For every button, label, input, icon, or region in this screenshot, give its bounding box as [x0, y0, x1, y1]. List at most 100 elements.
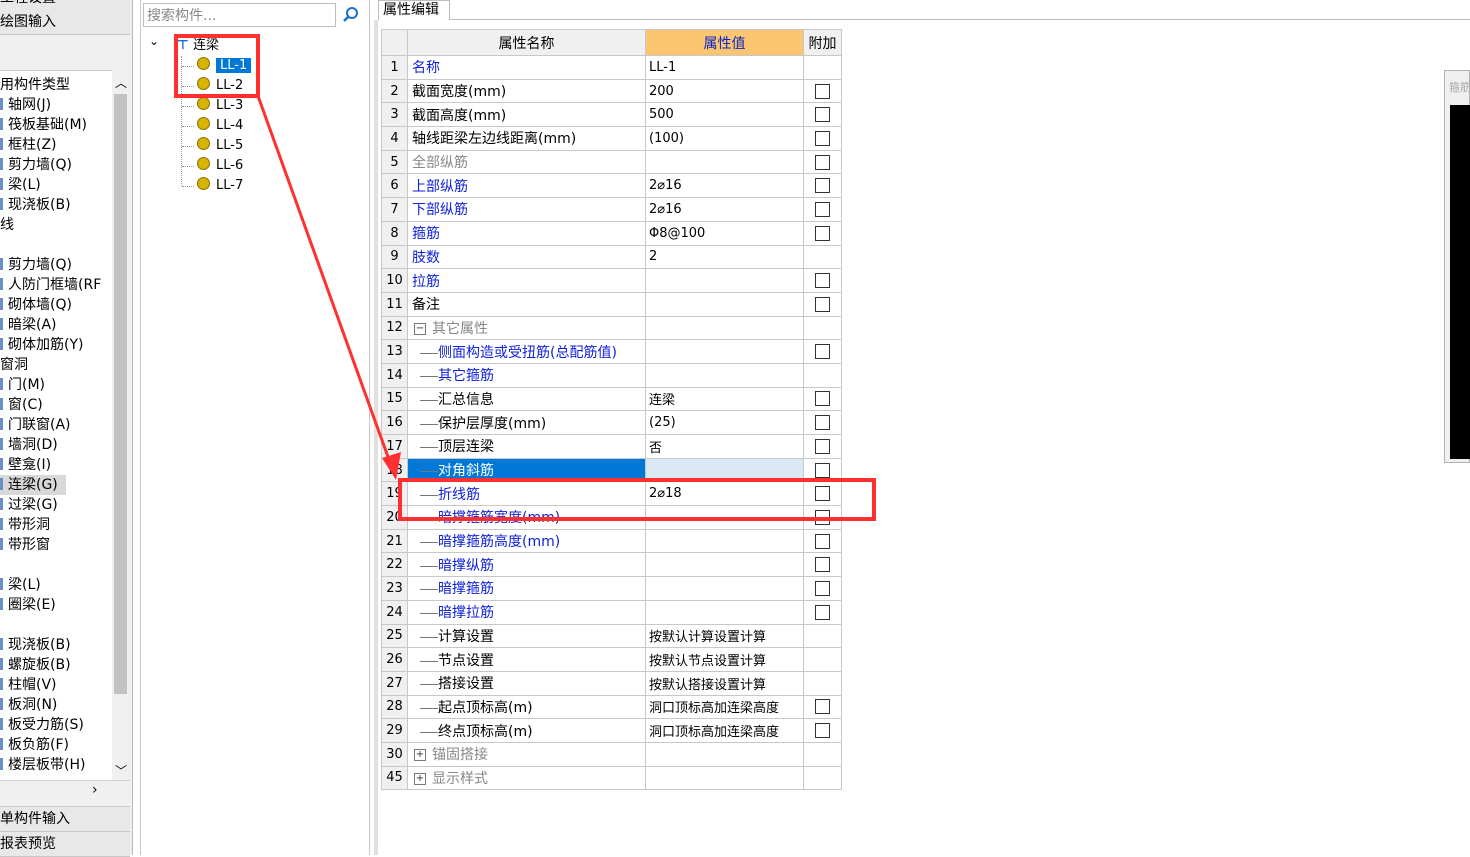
tree-item-ll-3[interactable]: LL-3	[197, 96, 243, 116]
extra-cell[interactable]	[803, 173, 842, 199]
extra-checkbox[interactable]	[815, 178, 830, 194]
extra-checkbox[interactable]	[815, 344, 830, 360]
property-value-cell[interactable]	[645, 576, 804, 601]
extra-cell[interactable]	[803, 149, 842, 175]
property-name-cell[interactable]: 节点设置	[407, 647, 646, 672]
component-type-item[interactable]: 砌体墙(Q)	[0, 295, 112, 315]
property-name-cell[interactable]: 肢数	[407, 244, 646, 270]
extra-cell[interactable]	[803, 694, 842, 720]
scroll-down-icon[interactable]: ﹀	[115, 762, 127, 779]
component-type-item[interactable]: 连梁(G)	[0, 475, 66, 495]
extra-cell[interactable]	[803, 765, 842, 791]
property-name-cell[interactable]: 汇总信息	[407, 386, 646, 412]
extra-checkbox[interactable]	[815, 557, 830, 573]
table-row[interactable]: 3 截面高度(mm) 500	[381, 102, 842, 128]
property-value-cell[interactable]: 否	[645, 434, 804, 459]
component-type-item[interactable]: 轴网(J)	[0, 95, 112, 115]
extra-cell[interactable]	[803, 55, 842, 80]
extra-cell[interactable]	[803, 741, 842, 767]
property-value-cell[interactable]: (25)	[645, 410, 804, 435]
property-name-cell[interactable]: 箍筋	[407, 220, 646, 246]
extra-checkbox[interactable]	[815, 438, 830, 454]
property-name-cell[interactable]: 轴线距梁左边线距离(mm)	[407, 126, 646, 151]
table-row[interactable]: 12− 其它属性	[381, 315, 842, 341]
extra-cell[interactable]	[803, 434, 842, 459]
property-value-cell[interactable]	[645, 765, 804, 791]
extra-checkbox[interactable]	[815, 415, 830, 431]
component-type-item[interactable]: 带形洞	[0, 515, 112, 535]
tree-item-ll-4[interactable]: LL-4	[197, 116, 243, 136]
property-name-cell[interactable]: 暗撑纵筋	[407, 552, 646, 578]
property-value-cell[interactable]: 2⌀16	[645, 173, 804, 199]
property-value-cell[interactable]	[645, 599, 804, 625]
component-type-item[interactable]: 暗梁(A)	[0, 315, 112, 335]
extra-cell[interactable]	[803, 528, 842, 554]
extra-cell[interactable]	[803, 291, 842, 317]
property-name-cell[interactable]: 计算设置	[407, 623, 646, 649]
extra-cell[interactable]	[803, 670, 842, 696]
table-row[interactable]: 30 + 锚固搭接	[381, 741, 842, 767]
property-value-cell[interactable]	[645, 528, 804, 554]
collapse-icon[interactable]: −	[414, 322, 426, 335]
extra-checkbox[interactable]	[815, 225, 830, 241]
table-row[interactable]: 11 备注	[381, 291, 842, 317]
extra-cell[interactable]	[803, 718, 842, 743]
component-type-item[interactable]: 圈梁(E)	[0, 595, 112, 615]
component-type-item[interactable]: 梁(L)	[0, 175, 112, 195]
table-row[interactable]: 16 保护层厚度(mm) (25)	[381, 410, 842, 435]
scroll-right-icon[interactable]: ›	[92, 782, 98, 798]
component-type-item[interactable]: 人防门框墙(RF	[0, 275, 112, 295]
search-icon[interactable]	[341, 5, 361, 25]
component-type-item[interactable]	[0, 555, 112, 575]
scroll-thumb[interactable]	[114, 94, 127, 694]
component-type-item[interactable]: 墙洞(D)	[0, 435, 112, 455]
extra-checkbox[interactable]	[815, 580, 830, 596]
table-row[interactable]: 4 轴线距梁左边线距离(mm) (100)	[381, 126, 842, 151]
component-type-item[interactable]: 带形窗	[0, 535, 112, 555]
property-value-cell[interactable]: Φ8@100	[645, 220, 804, 246]
table-row[interactable]: 9 肢数 2	[381, 244, 842, 270]
table-row[interactable]: 21 暗撑箍筋高度(mm)	[381, 528, 842, 554]
table-row[interactable]: 29 终点顶标高(m) 洞口顶标高加连梁高度	[381, 718, 842, 743]
table-row[interactable]: 27 搭接设置 按默认搭接设置计算	[381, 670, 842, 696]
component-type-item[interactable]: 柱帽(V)	[0, 675, 112, 695]
component-type-item[interactable]: 壁龛(I)	[0, 455, 112, 475]
table-row[interactable]: 6 上部纵筋 2⌀16	[381, 173, 842, 199]
property-name-cell[interactable]: 暗撑箍筋	[407, 576, 646, 601]
extra-cell[interactable]	[803, 220, 842, 246]
component-type-item[interactable]: 现浇板(B)	[0, 195, 112, 215]
property-name-cell[interactable]: 搭接设置	[407, 670, 646, 696]
extra-checkbox[interactable]	[815, 604, 830, 620]
component-type-item[interactable]: 现浇板(B)	[0, 635, 112, 655]
component-type-item[interactable]: 门联窗(A)	[0, 415, 112, 435]
report-preview-header[interactable]: 报表预览	[0, 832, 130, 857]
property-name-cell[interactable]: 下部纵筋	[407, 197, 646, 222]
property-name-cell[interactable]: 名称	[407, 55, 646, 80]
property-value-cell[interactable]	[645, 268, 804, 293]
extra-cell[interactable]	[803, 315, 842, 341]
extra-cell[interactable]	[803, 576, 842, 601]
table-row[interactable]: 5 全部纵筋	[381, 149, 842, 175]
table-row[interactable]: 2 截面宽度(mm) 200	[381, 78, 842, 104]
extra-cell[interactable]	[803, 78, 842, 104]
property-value-cell[interactable]: 连梁	[645, 386, 804, 412]
component-type-item[interactable]: 砌体加筋(Y)	[0, 335, 112, 355]
extra-checkbox[interactable]	[815, 699, 830, 715]
property-value-cell[interactable]	[645, 339, 804, 364]
extra-cell[interactable]	[803, 647, 842, 672]
table-row[interactable]: 28 起点顶标高(m) 洞口顶标高加连梁高度	[381, 694, 842, 720]
property-value-cell[interactable]: 2⌀16	[645, 197, 804, 222]
extra-checkbox[interactable]	[815, 533, 830, 549]
extra-cell[interactable]	[803, 599, 842, 625]
property-value-cell[interactable]: 洞口顶标高加连梁高度	[645, 718, 804, 743]
property-name-cell[interactable]: 截面高度(mm)	[407, 102, 646, 128]
property-name-cell[interactable]: 备注	[407, 291, 646, 317]
property-name-cell[interactable]: 暗撑拉筋	[407, 599, 646, 625]
property-name-cell[interactable]: 其它箍筋	[407, 362, 646, 388]
property-name-cell[interactable]: + 锚固搭接	[407, 741, 646, 767]
extra-checkbox[interactable]	[815, 273, 830, 289]
extra-checkbox[interactable]	[815, 296, 830, 312]
property-value-cell[interactable]	[645, 291, 804, 317]
property-name-cell[interactable]: 终点顶标高(m)	[407, 718, 646, 743]
extra-checkbox[interactable]	[815, 107, 830, 123]
